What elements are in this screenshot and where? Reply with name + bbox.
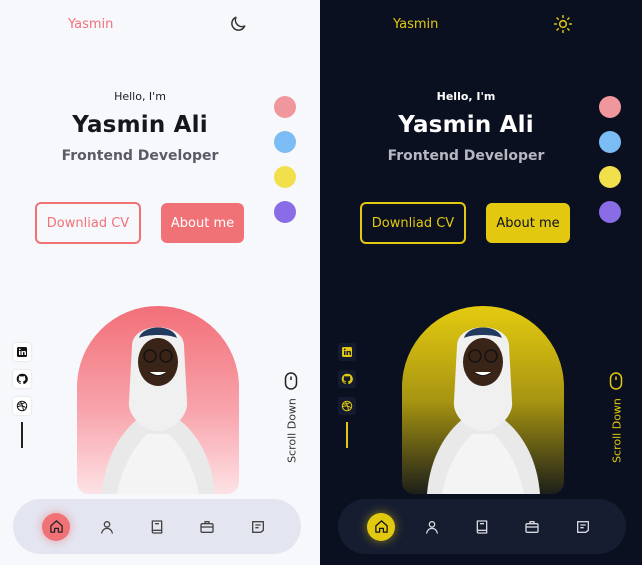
greeting: Hello, I'm <box>114 90 166 103</box>
social-divider-line <box>346 422 348 448</box>
scroll-down-label: Scroll Down <box>610 398 624 463</box>
social-divider-line <box>21 422 23 448</box>
about-me-button[interactable]: About me <box>486 203 570 243</box>
nav-portfolio[interactable] <box>518 513 546 541</box>
scroll-down-label: Scroll Down <box>285 398 299 463</box>
light-theme-panel: Yasmin Hello, I'm Yasmin Ali Frontend De… <box>0 0 320 565</box>
greeting: Hello, I'm <box>436 90 496 103</box>
linkedin-icon[interactable] <box>13 343 31 361</box>
linkedin-icon[interactable] <box>338 343 356 361</box>
user-icon <box>425 520 438 534</box>
nav-home[interactable] <box>367 512 396 541</box>
moon-icon[interactable] <box>228 14 248 34</box>
briefcase-icon <box>200 520 215 533</box>
book-icon <box>476 519 488 534</box>
home-icon <box>374 520 388 533</box>
profile-photo <box>402 306 564 494</box>
color-swatches <box>599 96 621 236</box>
color-swatch-yellow[interactable] <box>274 166 296 188</box>
color-swatch-yellow[interactable] <box>599 166 621 188</box>
social-links <box>13 343 31 448</box>
dark-theme-panel: Yasmin Hello, I'm Yasmin Ali Frontend De… <box>320 0 642 565</box>
bottom-navigation <box>338 499 626 554</box>
mouse-icon <box>284 372 298 390</box>
hero-name: Yasmin Ali <box>72 112 208 138</box>
nav-education[interactable] <box>468 513 496 541</box>
scroll-down[interactable]: Scroll Down <box>284 372 300 463</box>
mouse-icon <box>609 372 623 390</box>
bottom-navigation <box>13 499 301 554</box>
github-icon[interactable] <box>338 370 356 388</box>
profile-photo <box>77 306 239 494</box>
github-icon[interactable] <box>13 370 31 388</box>
hero-role: Frontend Developer <box>387 148 545 164</box>
color-swatch-purple[interactable] <box>274 201 296 223</box>
about-me-button[interactable]: About me <box>161 203 244 243</box>
nav-contact[interactable] <box>569 513 597 541</box>
sun-icon[interactable] <box>553 14 573 34</box>
scroll-down[interactable]: Scroll Down <box>609 372 625 463</box>
nav-home[interactable] <box>42 512 71 541</box>
hero-role: Frontend Developer <box>61 148 219 164</box>
hero-name: Yasmin Ali <box>398 112 534 138</box>
color-swatch-blue[interactable] <box>599 131 621 153</box>
color-swatch-purple[interactable] <box>599 201 621 223</box>
color-swatch-pink[interactable] <box>599 96 621 118</box>
nav-about[interactable] <box>418 513 446 541</box>
download-cv-button[interactable]: Downliad CV <box>360 202 466 244</box>
nav-about[interactable] <box>93 513 121 541</box>
home-icon <box>49 520 63 533</box>
message-icon <box>576 520 589 533</box>
user-icon <box>100 520 113 534</box>
nav-education[interactable] <box>143 513 171 541</box>
social-links <box>338 343 356 448</box>
logo[interactable]: Yasmin <box>393 17 438 32</box>
briefcase-icon <box>525 520 540 533</box>
dribbble-icon[interactable] <box>13 397 31 415</box>
color-swatch-blue[interactable] <box>274 131 296 153</box>
dribbble-icon[interactable] <box>338 397 356 415</box>
download-cv-button[interactable]: Downliad CV <box>35 202 141 244</box>
logo[interactable]: Yasmin <box>68 17 113 32</box>
color-swatch-pink[interactable] <box>274 96 296 118</box>
nav-portfolio[interactable] <box>193 513 221 541</box>
message-icon <box>251 520 264 533</box>
book-icon <box>151 519 163 534</box>
color-swatches <box>274 96 296 236</box>
nav-contact[interactable] <box>244 513 272 541</box>
